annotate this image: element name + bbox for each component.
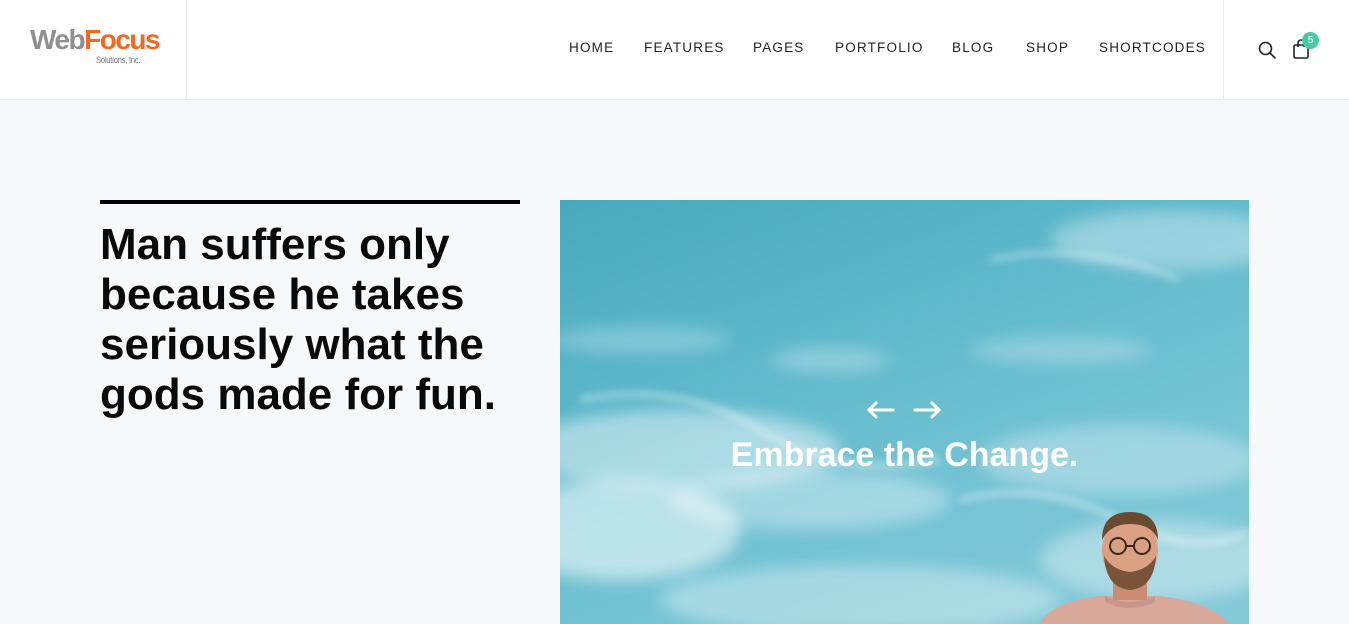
arrow-left-icon[interactable] <box>866 401 895 419</box>
logo-subtitle: Solutions, Inc. <box>96 55 141 65</box>
search-icon[interactable] <box>1257 40 1277 60</box>
logo-focus-text: Focus <box>84 24 160 55</box>
nav-item-pages[interactable]: PAGES <box>753 40 805 55</box>
hero-title: Embrace the Change. <box>730 436 1079 474</box>
site-header: WebFocus Solutions, Inc. HOME FEATURES P… <box>0 0 1349 100</box>
logo-container: WebFocus Solutions, Inc. <box>0 0 187 99</box>
slider-arrows <box>866 401 942 419</box>
cart-count-badge: 5 <box>1302 32 1319 49</box>
logo-web-text: Web <box>30 24 86 55</box>
nav-item-shop[interactable]: SHOP <box>1026 40 1069 55</box>
logo-wordmark: WebFocus <box>30 24 161 55</box>
arrow-right-icon[interactable] <box>913 401 942 419</box>
nav-item-blog[interactable]: BLOG <box>952 40 994 55</box>
quote-rule <box>100 200 520 204</box>
header-divider <box>1223 0 1224 99</box>
quote-heading: Man suffers only because he takes seriou… <box>100 220 496 419</box>
nav-item-features[interactable]: FEATURES <box>644 40 725 55</box>
nav-item-portfolio[interactable]: PORTFOLIO <box>835 40 924 55</box>
nav-item-shortcodes[interactable]: SHORTCODES <box>1099 40 1206 55</box>
nav-item-home[interactable]: HOME <box>569 40 614 55</box>
logo[interactable]: WebFocus Solutions, Inc. <box>30 24 161 66</box>
person-photo <box>1040 512 1230 624</box>
hero-slider: Embrace the Change. <box>560 200 1249 624</box>
